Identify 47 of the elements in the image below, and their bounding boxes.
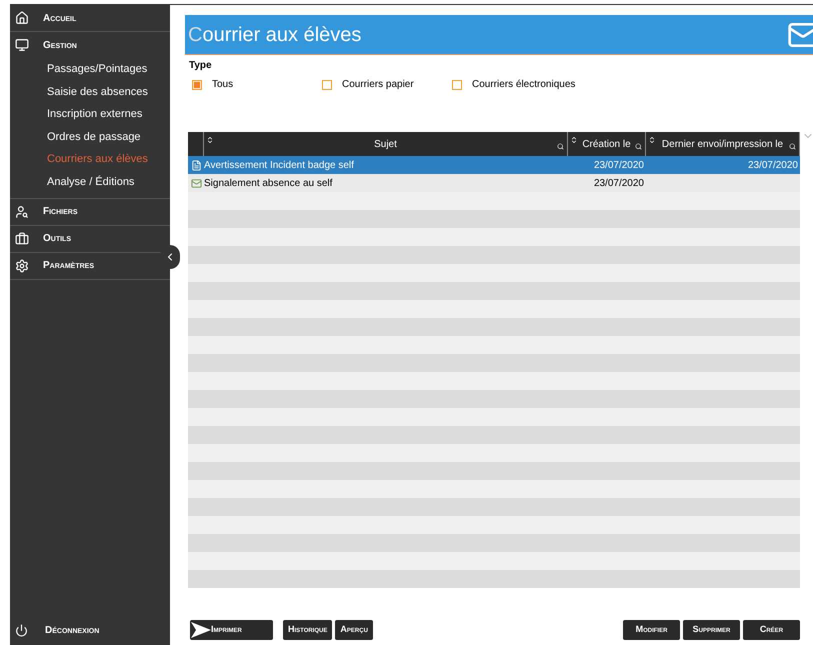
monitor-icon [15, 38, 29, 52]
action-button[interactable]: Modifier [623, 620, 680, 640]
settings-icon [15, 258, 29, 273]
filter-checkbox[interactable] [322, 80, 332, 90]
envelope-icon [190, 178, 202, 188]
print-button[interactable]: Imprimer [190, 620, 273, 640]
filter-label: Courriers électroniques [472, 78, 576, 92]
nav-subitem[interactable]: Passages/Pointages [10, 58, 170, 81]
table-row[interactable]: Avertissement Incident badge self 23/07/2020 23/07/2020 [188, 156, 800, 174]
nav-item[interactable]: Fichiers [10, 198, 158, 225]
nav-subitem[interactable]: Ordres de passage [10, 126, 170, 148]
nav-subitem[interactable]: Saisie des absences [10, 80, 170, 104]
nav-item[interactable]: Gestion [10, 32, 158, 58]
filter-label: Tous [212, 78, 234, 92]
sort-icon [648, 136, 656, 144]
action-button[interactable]: Supprimer [683, 620, 740, 640]
page-title: Courrier aux élèves [188, 22, 362, 48]
nav-item[interactable]: Paramètres [10, 252, 158, 279]
search-icon [789, 143, 796, 150]
nav-subitem[interactable]: Inscription externes [10, 103, 170, 126]
sort-icon [570, 136, 578, 144]
filter-checkbox[interactable] [452, 80, 462, 90]
logout-item[interactable]: Déconnexion [10, 617, 170, 643]
nav-item[interactable]: Accueil [10, 5, 158, 31]
power-icon [15, 624, 28, 636]
nav-subitem[interactable]: Analyse / Éditions [10, 170, 170, 194]
table-cell-text: 23/07/2020 [592, 176, 645, 190]
table-row[interactable]: Signalement absence au self 23/07/2020 [188, 174, 800, 192]
send-icon [191, 622, 211, 638]
action-button[interactable]: Aperçu [335, 620, 373, 640]
table-cell-text: Avertissement Incident badge self [204, 158, 355, 172]
home-icon [15, 11, 29, 25]
filter-label: Type [189, 59, 213, 73]
filter-checkbox[interactable] [192, 80, 202, 90]
table-cell-text: Signalement absence au self [204, 176, 334, 190]
nav-item[interactable]: Outils [10, 226, 158, 252]
table-cell-text: 23/07/2020 [592, 158, 645, 172]
document-icon [190, 160, 202, 170]
search-icon [557, 143, 564, 150]
action-button[interactable]: Historique [283, 620, 332, 640]
action-button[interactable]: Créer [743, 620, 800, 640]
search-icon [635, 143, 642, 150]
sort-icon [206, 136, 214, 144]
briefcase-icon [15, 232, 29, 246]
user-icon [15, 204, 29, 219]
table-cell-text: 23/07/2020 [746, 158, 799, 172]
filter-label: Courriers papier [342, 78, 414, 92]
